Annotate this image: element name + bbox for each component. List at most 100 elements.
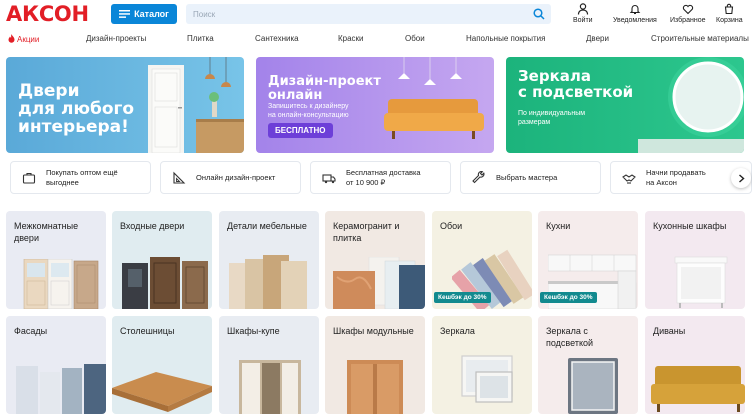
user-icon [577,3,588,15]
category-label: Зеркала с подсветкой [546,326,594,349]
feature-master[interactable]: Выбрать мастера [460,161,601,194]
nav-item-promo[interactable]: Акции [8,34,39,44]
favorites-button[interactable]: Избранное [670,3,705,24]
mirror-illustration [638,57,744,153]
nav-item-label: Акции [17,35,40,44]
banner-subtitle-line: Запишитесь к дизайнеру [268,103,349,110]
category-label: Столешницы [120,326,175,336]
nav-item-design[interactable]: Дизайн-проекты [86,34,146,43]
banner-title-line: для любого [18,98,135,119]
feature-wholesale[interactable]: Покупать оптом ещё выгоднее [10,161,151,194]
cart-button[interactable]: Корзина [716,3,743,24]
feature-text: Бесплатная доставка [346,167,421,177]
category-tile-entrance-doors[interactable]: Входные двери [112,211,212,309]
banner-title-line: онлайн [268,87,323,103]
ruler-icon [173,171,186,184]
briefcase-icon [22,172,36,184]
cart-icon [725,3,734,15]
category-label: Обои [440,221,463,231]
truck-icon [322,173,336,183]
catalog-button[interactable]: Каталог [111,4,177,24]
category-label: Шкафы модульные [333,326,414,336]
banner-subtitle-line: размерам [518,118,551,126]
banner-title-line: с подсветкой [518,82,634,101]
category-tile-mirrors[interactable]: Зеркала [432,316,532,414]
notifications-label: Уведомления [613,17,657,24]
cashback-badge: Кешбэк до 30% [434,292,491,303]
feature-text: выгоднее [46,177,79,187]
banner-title-line: Дизайн-проект [268,74,381,89]
category-label: Детали мебельные [227,221,307,231]
banner-design-project[interactable]: Дизайн-проект онлайн Запишитесь к дизайн… [256,57,494,153]
sofa-image [651,366,745,412]
category-tile-interior-doors[interactable]: Межкомнатные двери [6,211,106,309]
countertop-image [112,372,212,412]
favorites-label: Избранное [670,17,706,24]
category-tile-kitchens[interactable]: Кухни Кешбэк до 30% [538,211,638,309]
login-button[interactable]: Войти [573,3,593,24]
banner-subtitle-line: По индивидуальным [518,110,586,117]
handshake-icon [622,173,636,184]
category-label: Межкомнатные двери [14,221,79,244]
category-tile-modular-cabinets[interactable]: Шкафы модульные [325,316,425,414]
category-label: Шкафы-купе [227,326,280,336]
fire-icon [8,34,15,43]
banner-doors[interactable]: Двери для любого интерьера! [6,57,244,153]
banner-title-line: интерьера! [18,116,129,137]
nav-item-wallpaper[interactable]: Обои [405,34,425,43]
sofa-illustration [384,57,484,139]
panels-image [229,255,307,309]
cart-label: Корзина [716,17,743,24]
cabinet-image [674,256,728,308]
menu-icon [119,10,131,18]
banner-mirrors[interactable]: Зеркала с подсветкой По индивидуальным р… [506,57,744,153]
header: АКСОН Каталог Войти Уведомления Избранно… [0,0,752,30]
wardrobe-image [239,360,301,414]
modular-cabinet-image [347,360,403,414]
nav-item-flooring[interactable]: Напольные покрытия [466,34,545,43]
entrance-doors-image [122,257,208,309]
bell-icon [629,5,641,15]
feature-text: Онлайн дизайн-проект [196,172,276,182]
nav-item-paints[interactable]: Краски [338,34,364,43]
lit-mirror-image [568,358,618,414]
door-illustration [148,57,244,153]
category-label: Входные двери [120,221,185,231]
category-label: Зеркала [440,326,475,336]
notifications-button[interactable]: Уведомления [613,3,657,24]
category-tile-countertops[interactable]: Столешницы [112,316,212,414]
heart-icon [682,4,693,15]
nav-item-doors[interactable]: Двери [586,34,609,43]
login-label: Войти [573,17,593,24]
tiles-image [333,257,425,309]
feature-text: Выбрать мастера [496,172,558,182]
category-label: Кухни [546,221,571,231]
category-label: Керамогранит и плитка [333,221,400,244]
banner-subtitle-line: на онлайн-консультацию [268,111,349,119]
category-tile-kitchen-cabinets[interactable]: Кухонные шкафы [645,211,745,309]
category-tile-ceramic-tiles[interactable]: Керамогранит и плитка [325,211,425,309]
search-input[interactable] [186,4,516,25]
category-label: Кухонные шкафы [653,221,727,231]
feature-design[interactable]: Онлайн дизайн-проект [160,161,301,194]
category-label: Фасады [14,326,48,336]
category-tile-lit-mirrors[interactable]: Зеркала с подсветкой [538,316,638,414]
nav-item-plumbing[interactable]: Сантехника [255,34,299,43]
logo[interactable]: АКСОН [6,2,89,26]
nav-item-tiles[interactable]: Плитка [187,34,214,43]
feature-text: Покупать оптом ещё [46,167,118,177]
free-button[interactable]: БЕСПЛАТНО [268,123,333,138]
category-tile-furniture-parts[interactable]: Детали мебельные [219,211,319,309]
nav-item-building[interactable]: Строительные материалы [651,34,749,43]
category-tile-sofas[interactable]: Диваны [645,316,745,414]
category-nav: Акции Дизайн-проекты Плитка Сантехника К… [0,31,752,46]
category-tile-wallpaper[interactable]: Обои Кешбэк до 30% [432,211,532,309]
features-row: Покупать оптом ещё выгоднее Онлайн дизайн… [0,161,752,195]
catalog-label: Каталог [134,9,169,19]
category-tile-wardrobes[interactable]: Шкафы-купе [219,316,319,414]
search-icon[interactable] [533,8,545,20]
feature-delivery[interactable]: Бесплатная доставка от 10 900 ₽ [310,161,451,194]
category-tile-facades[interactable]: Фасады [6,316,106,414]
features-next-button[interactable] [731,168,751,188]
wrench-icon [472,170,485,183]
